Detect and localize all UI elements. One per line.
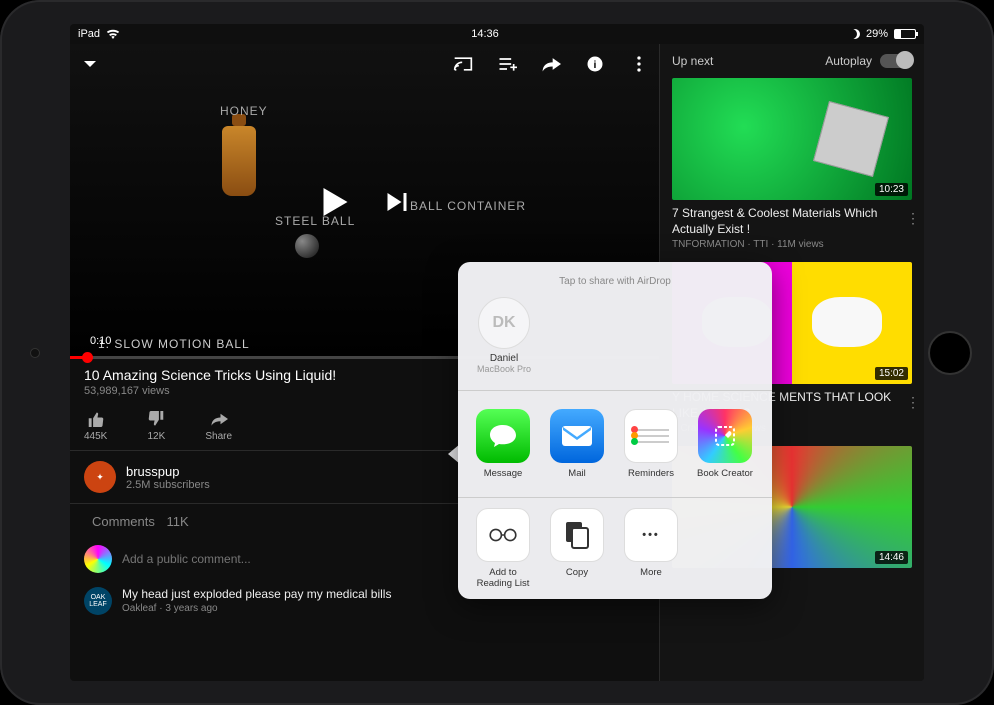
home-button[interactable] <box>928 331 972 375</box>
comment-count: 11K <box>166 514 188 529</box>
copy-icon <box>550 508 604 562</box>
video-label: HONEY <box>220 104 268 118</box>
channel-name: brusspup <box>126 464 210 479</box>
airdrop-avatar: DK <box>478 297 530 349</box>
video-object-ball <box>295 234 319 258</box>
channel-subs: 2.5M subscribers <box>126 479 210 491</box>
video-section-title: 1. SLOW MOTION BALL <box>98 337 250 351</box>
commenter-avatar: OAK LEAF <box>84 587 112 615</box>
channel-avatar: ✦ <box>84 461 116 493</box>
comment-text: My head just exploded please pay my medi… <box>122 587 391 601</box>
battery-icon <box>894 29 916 39</box>
airdrop-header: Tap to share with AirDrop <box>458 270 772 293</box>
message-icon <box>476 409 530 463</box>
thumb-down-icon <box>147 411 165 427</box>
more-icon: ••• <box>624 508 678 562</box>
user-avatar <box>84 545 112 573</box>
play-button[interactable] <box>323 188 347 216</box>
collapse-icon[interactable] <box>78 52 102 76</box>
do-not-disturb-icon <box>850 29 860 39</box>
device-label: iPad <box>78 28 100 40</box>
share-app-bookcreator[interactable]: Book Creator <box>694 409 756 479</box>
video-label: STEEL BALL <box>275 214 355 228</box>
thumb-up-icon <box>87 411 105 427</box>
share-app-reminders[interactable]: Reminders <box>620 409 682 479</box>
front-camera <box>30 348 40 358</box>
autoplay-toggle[interactable] <box>880 54 912 68</box>
video-thumbnail: 10:23 <box>672 78 912 200</box>
next-button[interactable] <box>387 193 406 211</box>
queue-add-icon[interactable] <box>495 52 519 76</box>
info-icon[interactable]: i <box>583 52 607 76</box>
ipad-frame: iPad 14:36 29% i <box>0 0 994 705</box>
duration-badge: 10:23 <box>875 183 908 196</box>
up-next-item[interactable]: 10:23 7 Strangest & Coolest Materials Wh… <box>660 78 924 262</box>
like-button[interactable]: 445K <box>84 411 107 442</box>
airdrop-target[interactable]: DK Daniel MacBook Pro <box>472 297 536 374</box>
action-copy[interactable]: Copy <box>546 508 608 589</box>
clock: 14:36 <box>471 28 499 40</box>
autoplay-label: Autoplay <box>825 54 872 68</box>
comment-meta: Oakleaf · 3 years ago <box>122 603 391 614</box>
action-reading-list[interactable]: Add to Reading List <box>472 508 534 589</box>
cast-icon[interactable] <box>451 52 475 76</box>
item-more-icon[interactable]: ⋮ <box>906 394 920 411</box>
up-next-label: Up next <box>672 54 713 68</box>
wifi-icon <box>106 29 120 39</box>
reminders-icon <box>624 409 678 463</box>
battery-percent: 29% <box>866 28 888 40</box>
current-time: 0:10 <box>90 335 111 347</box>
duration-badge: 14:46 <box>875 551 908 564</box>
share-app-message[interactable]: Message <box>472 409 534 479</box>
share-button[interactable]: Share <box>205 411 232 442</box>
more-vert-icon[interactable] <box>627 52 651 76</box>
status-bar: iPad 14:36 29% <box>70 24 924 44</box>
video-label: BALL CONTAINER <box>410 199 526 213</box>
duration-badge: 15:02 <box>875 367 908 380</box>
screen: iPad 14:36 29% i <box>70 24 924 681</box>
action-more[interactable]: ••• More <box>620 508 682 589</box>
mail-icon <box>550 409 604 463</box>
share-arrow-icon[interactable] <box>539 52 563 76</box>
share-icon <box>210 411 228 427</box>
svg-text:i: i <box>594 59 597 71</box>
book-creator-icon <box>698 409 752 463</box>
video-object-honey <box>222 126 256 196</box>
share-sheet: Tap to share with AirDrop DK Daniel MacB… <box>458 262 772 599</box>
item-more-icon[interactable]: ⋮ <box>906 210 920 227</box>
dislike-button[interactable]: 12K <box>147 411 165 442</box>
share-app-mail[interactable]: Mail <box>546 409 608 479</box>
reading-list-icon <box>476 508 530 562</box>
